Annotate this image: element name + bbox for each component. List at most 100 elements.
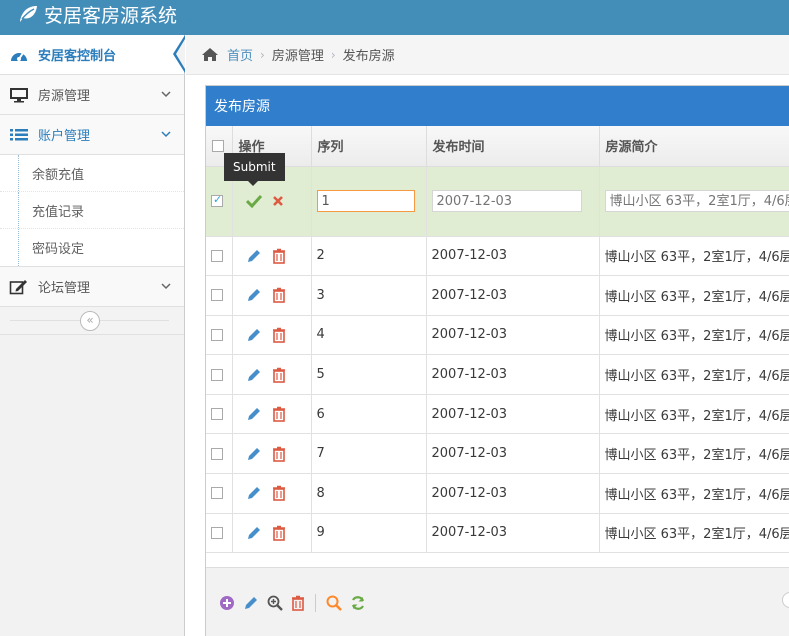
trash-icon[interactable] bbox=[272, 248, 286, 264]
seq-cell: 8 bbox=[311, 473, 427, 514]
row-select-cell[interactable] bbox=[206, 236, 233, 277]
refresh-icon[interactable] bbox=[350, 595, 366, 611]
account-submenu: 余额充值 充值记录 密码设定 bbox=[0, 155, 184, 267]
row-select-cell[interactable] bbox=[206, 473, 233, 514]
row-checkbox[interactable] bbox=[211, 289, 223, 302]
pencil-icon[interactable] bbox=[243, 595, 259, 611]
time-cell: 2007-12-03 bbox=[426, 513, 600, 554]
seq-cell: 5 bbox=[311, 354, 427, 395]
sidebar-item-forum[interactable]: 论坛管理 bbox=[0, 267, 184, 307]
trash-icon[interactable] bbox=[272, 446, 286, 462]
trash-icon[interactable] bbox=[272, 485, 286, 502]
double-angle-left-icon[interactable]: « bbox=[80, 311, 100, 331]
breadcrumb-separator-icon: › bbox=[260, 47, 265, 62]
row-select-cell[interactable] bbox=[206, 354, 233, 395]
trash-icon[interactable] bbox=[272, 367, 286, 383]
table-row[interactable]: 8 2007-12-03 博山小区 63平，2室1厅，4/6层 bbox=[206, 473, 789, 514]
desc-cell: 博山小区 63平，2室1厅，4/6层 bbox=[599, 236, 789, 277]
trash-icon[interactable] bbox=[291, 595, 305, 611]
table-row[interactable]: 2 2007-12-03 博山小区 63平，2室1厅，4/6层 bbox=[206, 236, 789, 277]
app-brand[interactable]: 安居客房源系统 bbox=[18, 0, 177, 28]
time-cell: 2007-12-03 bbox=[426, 394, 600, 435]
row-checkbox[interactable] bbox=[211, 526, 223, 539]
breadcrumb-level1[interactable]: 房源管理 bbox=[272, 45, 324, 64]
sidebar-item-dashboard[interactable]: 安居客控制台 bbox=[0, 35, 185, 75]
seq-edit-cell bbox=[311, 166, 427, 237]
time-cell: 2007-12-03 bbox=[426, 275, 600, 316]
pager-control[interactable] bbox=[782, 592, 789, 608]
row-checkbox[interactable] bbox=[211, 328, 223, 341]
time-input[interactable] bbox=[431, 190, 582, 212]
home-icon[interactable] bbox=[201, 47, 219, 62]
time-edit-cell bbox=[426, 166, 600, 237]
column-header-desc[interactable]: 房源简介 bbox=[599, 126, 789, 167]
seq-cell: 9 bbox=[311, 513, 427, 554]
row-checkbox[interactable] bbox=[211, 487, 223, 500]
grid-caption: 发布房源 bbox=[206, 86, 789, 126]
table-row[interactable]: 6 2007-12-03 博山小区 63平，2室1厅，4/6层 bbox=[206, 394, 789, 435]
listing-table: 操作 序列 发布时间 房源简介 ✓ 1 2007-12-03 博山小区 63平，… bbox=[206, 126, 789, 554]
row-checkbox[interactable] bbox=[211, 447, 223, 460]
row-select-cell[interactable] bbox=[206, 433, 233, 475]
column-header-seq[interactable]: 序列 bbox=[311, 126, 427, 167]
seq-input[interactable] bbox=[316, 190, 415, 212]
row-select-cell[interactable] bbox=[206, 394, 233, 435]
cancel-x-icon[interactable] bbox=[272, 195, 284, 207]
time-cell: 2007-12-03 bbox=[426, 354, 600, 395]
breadcrumb-separator-icon: › bbox=[330, 47, 336, 62]
row-checkbox[interactable] bbox=[211, 368, 223, 381]
pencil-icon[interactable] bbox=[246, 485, 262, 501]
trash-icon[interactable] bbox=[272, 525, 286, 541]
submenu-item-recharge[interactable]: 余额充值 bbox=[0, 155, 184, 192]
pencil-icon[interactable] bbox=[246, 327, 262, 343]
sidebar-collapse-bar: « bbox=[0, 307, 184, 335]
table-row[interactable]: 9 2007-12-03 博山小区 63平，2室1厅，4/6层 bbox=[206, 513, 789, 554]
pencil-icon[interactable] bbox=[246, 248, 262, 264]
desc-input[interactable] bbox=[604, 190, 789, 212]
trash-icon[interactable] bbox=[272, 406, 286, 422]
row-select-cell[interactable] bbox=[206, 315, 233, 356]
active-indicator bbox=[173, 35, 185, 73]
table-row[interactable]: 7 2007-12-03 博山小区 63平，2室1厅，4/6层 bbox=[206, 433, 789, 475]
pencil-icon[interactable] bbox=[246, 525, 262, 541]
breadcrumb-home-link[interactable]: 首页 bbox=[227, 45, 253, 64]
plus-circle-icon[interactable] bbox=[219, 595, 235, 611]
trash-icon[interactable] bbox=[272, 287, 286, 304]
submenu-item-recharge-history[interactable]: 充值记录 bbox=[0, 192, 184, 229]
chevron-down-icon bbox=[161, 283, 171, 290]
row-actions-cell bbox=[232, 433, 312, 475]
grid-pager bbox=[206, 567, 789, 636]
breadcrumb: 首页 › 房源管理 › 发布房源 bbox=[186, 35, 789, 75]
seq-cell: 3 bbox=[311, 275, 427, 316]
select-all-checkbox[interactable] bbox=[212, 139, 224, 152]
table-row-editing[interactable] bbox=[206, 166, 789, 237]
pencil-icon[interactable] bbox=[246, 367, 262, 383]
time-cell: 2007-12-03 bbox=[426, 315, 600, 356]
search-icon[interactable] bbox=[326, 595, 342, 611]
row-select-cell[interactable] bbox=[206, 513, 233, 554]
check-icon[interactable] bbox=[245, 194, 262, 208]
desc-cell: 博山小区 63平，2室1厅，4/6层 bbox=[599, 394, 789, 435]
submenu-item-password[interactable]: 密码设定 bbox=[0, 229, 184, 266]
zoom-in-icon[interactable] bbox=[267, 595, 283, 611]
row-checkbox[interactable] bbox=[211, 193, 223, 207]
table-row[interactable]: 4 2007-12-03 博山小区 63平，2室1厅，4/6层 bbox=[206, 315, 789, 356]
table-row[interactable]: 3 2007-12-03 博山小区 63平，2室1厅，4/6层 bbox=[206, 275, 789, 316]
chevron-down-icon bbox=[161, 131, 171, 138]
column-header-time[interactable]: 发布时间 bbox=[426, 126, 600, 167]
row-actions-cell bbox=[232, 236, 312, 277]
sidebar-item-listings[interactable]: 房源管理 bbox=[0, 75, 184, 115]
row-select-cell[interactable] bbox=[206, 275, 233, 316]
submit-tooltip: Submit bbox=[224, 153, 285, 186]
table-row[interactable]: 5 2007-12-03 博山小区 63平，2室1厅，4/6层 bbox=[206, 354, 789, 395]
pencil-icon[interactable] bbox=[246, 406, 262, 422]
desc-cell: 博山小区 63平，2室1厅，4/6层 bbox=[599, 315, 789, 356]
time-cell: 2007-12-03 bbox=[426, 236, 600, 277]
row-checkbox[interactable] bbox=[211, 408, 223, 421]
sidebar-item-account[interactable]: 账户管理 bbox=[0, 115, 184, 155]
trash-icon[interactable] bbox=[272, 327, 286, 343]
time-cell: 2007-12-03 bbox=[426, 433, 600, 475]
pencil-icon[interactable] bbox=[246, 287, 262, 303]
row-checkbox[interactable] bbox=[211, 249, 223, 262]
pencil-icon[interactable] bbox=[246, 446, 262, 462]
